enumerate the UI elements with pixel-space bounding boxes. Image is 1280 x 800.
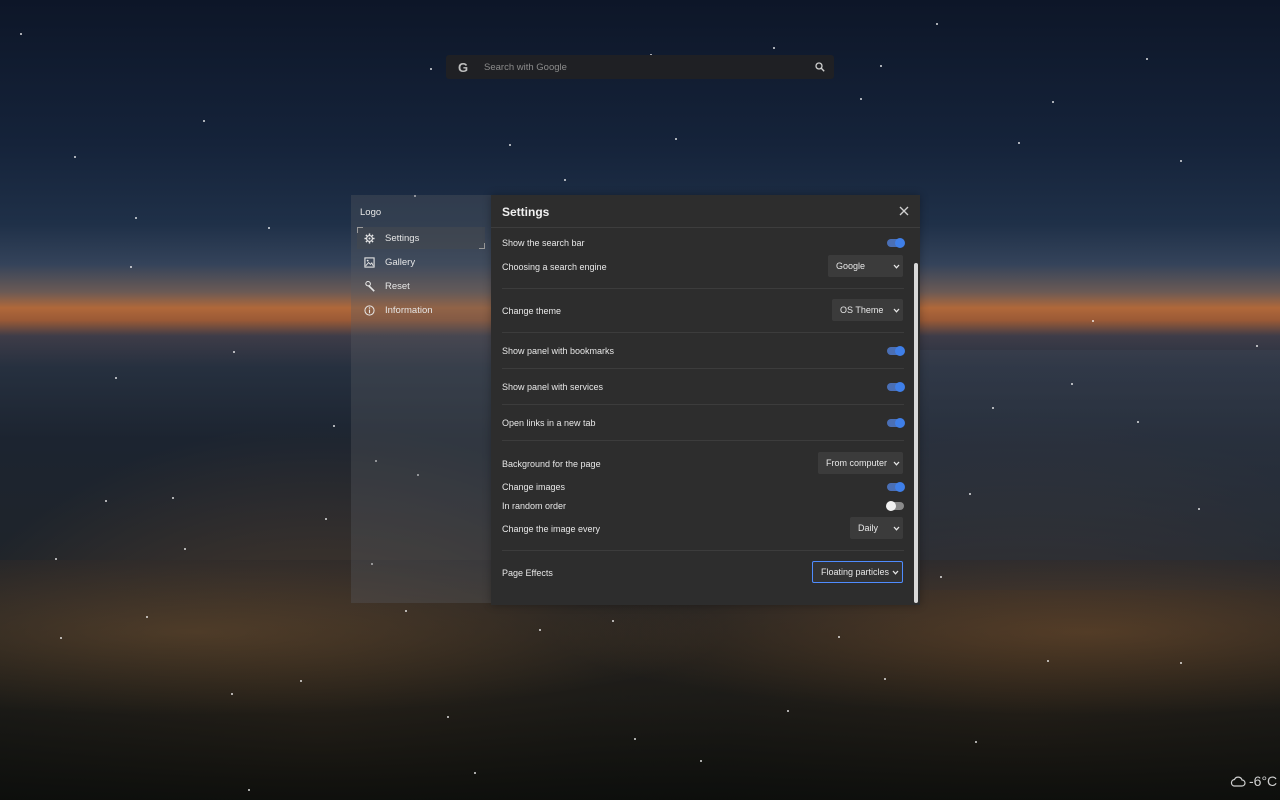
search-bar: G — [446, 55, 834, 79]
settings-panel: Settings Show the search bar Choosing a … — [491, 195, 920, 605]
chevron-down-icon — [889, 264, 903, 269]
divider — [502, 440, 904, 441]
services-panel-label: Show panel with services — [502, 382, 604, 392]
chevron-down-icon — [889, 308, 903, 313]
change-images-label: Change images — [502, 482, 566, 492]
select-value: From computer — [826, 458, 888, 468]
toggle-knob — [895, 382, 905, 392]
gear-icon — [363, 232, 375, 244]
cloud-icon — [1230, 775, 1246, 787]
chevron-down-icon — [889, 461, 903, 466]
page-effects-select[interactable]: Floating particles — [812, 561, 903, 583]
sidebar-item-label: Settings — [385, 232, 420, 244]
services-panel-toggle[interactable] — [887, 382, 905, 392]
select-value: Google — [836, 261, 866, 271]
change-interval-label: Change the image every — [502, 524, 601, 534]
image-icon — [363, 256, 375, 268]
page-effects-label: Page Effects — [502, 568, 553, 578]
weather-widget: -6°C — [1230, 772, 1277, 790]
toggle-knob — [886, 501, 896, 511]
sidebar-item-settings[interactable]: Settings — [357, 227, 485, 249]
divider — [502, 550, 904, 551]
sidebar-item-label: Gallery — [385, 256, 416, 268]
toggle-knob — [895, 482, 905, 492]
close-icon[interactable] — [897, 204, 911, 218]
sidebar-item-reset[interactable]: Reset — [357, 275, 485, 297]
toggle-knob — [895, 418, 905, 428]
sidebar-item-information[interactable]: Information — [357, 299, 485, 321]
toggle-knob — [895, 346, 905, 356]
change-interval-select[interactable]: Daily — [850, 517, 903, 539]
show-search-bar-label: Show the search bar — [502, 238, 585, 248]
divider — [502, 368, 904, 369]
toggle-knob — [895, 238, 905, 248]
background-label: Background for the page — [502, 459, 601, 469]
search-icon[interactable] — [812, 59, 828, 75]
change-images-toggle[interactable] — [887, 482, 905, 492]
new-tab-links-toggle[interactable] — [887, 418, 905, 428]
sidebar-logo: Logo — [360, 207, 382, 218]
random-order-label: In random order — [502, 501, 567, 511]
select-value: OS Theme — [840, 305, 884, 315]
settings-scrollbar[interactable] — [914, 263, 918, 603]
settings-sidebar: Logo Settings Gallery Reset Information — [351, 195, 491, 603]
chevron-down-icon — [889, 570, 902, 575]
bookmarks-panel-label: Show panel with bookmarks — [502, 346, 615, 356]
divider — [502, 404, 904, 405]
theme-select[interactable]: OS Theme — [832, 299, 903, 321]
divider — [502, 332, 904, 333]
background-select[interactable]: From computer — [818, 452, 903, 474]
weather-temperature: -6°C — [1249, 773, 1278, 789]
select-value: Daily — [858, 523, 879, 533]
sidebar-item-label: Information — [385, 304, 433, 316]
sidebar-item-label: Reset — [385, 280, 410, 292]
search-engine-select[interactable]: Google — [828, 255, 903, 277]
panel-title: Settings — [502, 205, 550, 219]
bookmarks-panel-toggle[interactable] — [887, 346, 905, 356]
search-engine-label: Choosing a search engine — [502, 262, 607, 272]
divider — [502, 288, 904, 289]
random-order-toggle[interactable] — [886, 501, 904, 511]
settings-header: Settings — [491, 195, 920, 228]
background-sea — [920, 350, 1280, 590]
chevron-down-icon — [889, 526, 903, 531]
focus-corner — [357, 227, 363, 233]
show-search-bar-toggle[interactable] — [887, 238, 905, 248]
select-value: Floating particles — [821, 567, 890, 577]
google-g-icon: G — [457, 59, 469, 75]
sidebar-item-gallery[interactable]: Gallery — [357, 251, 485, 273]
new-tab-links-label: Open links in a new tab — [502, 418, 596, 428]
focus-corner — [479, 243, 485, 249]
info-icon — [363, 304, 375, 316]
theme-label: Change theme — [502, 306, 562, 316]
wrench-icon — [363, 280, 375, 292]
search-input[interactable] — [482, 60, 812, 74]
